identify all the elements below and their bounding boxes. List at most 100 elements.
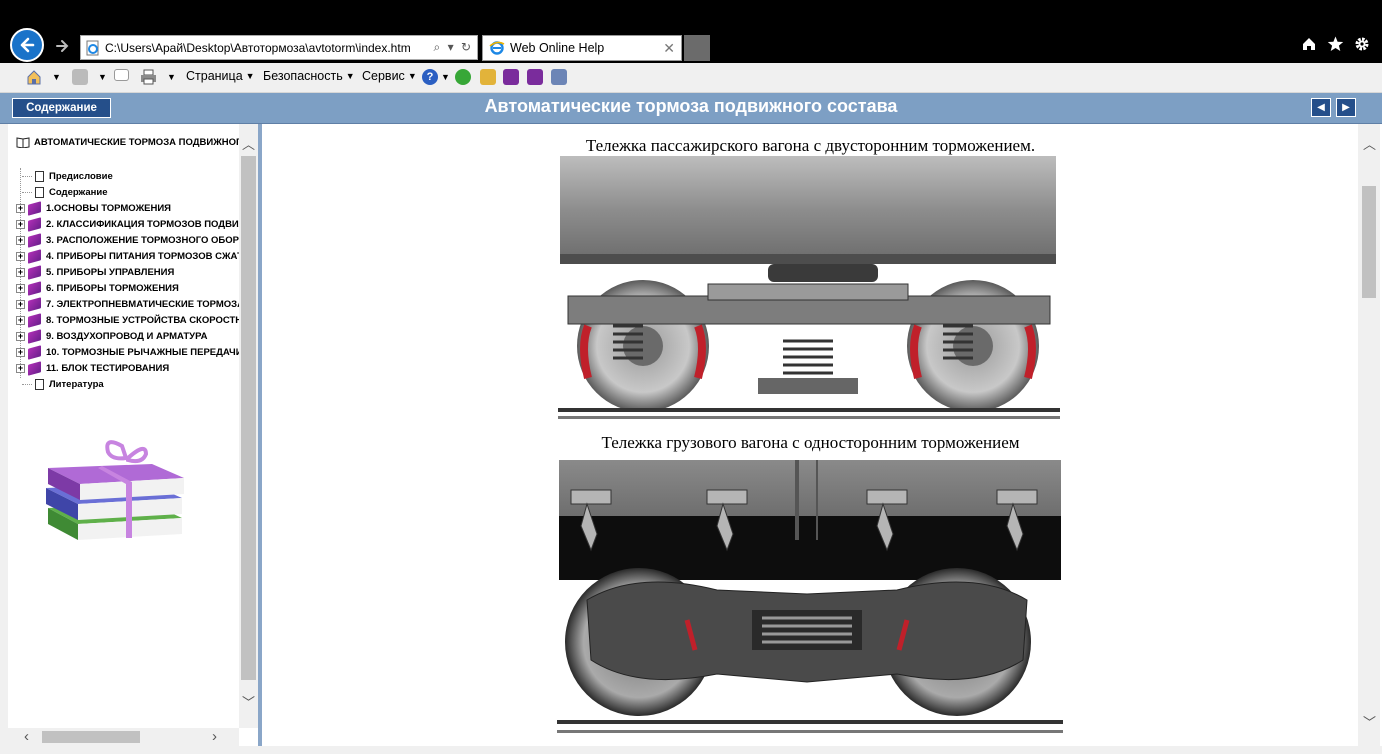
tree-dots [22, 175, 32, 177]
forward-arrow-icon [56, 40, 69, 52]
previous-topic-button[interactable]: ◀ [1311, 98, 1331, 117]
closed-book-icon [28, 312, 41, 328]
home-menu[interactable]: ▼ [26, 69, 61, 85]
address-url[interactable]: C:\Users\Арай\Desktop\Автотормоза\avtoto… [105, 41, 434, 55]
page-icon [35, 186, 44, 198]
back-button[interactable] [10, 28, 44, 62]
closed-book-icon [28, 200, 41, 216]
toc-item-label: Содержание [49, 186, 108, 198]
expand-plus-icon[interactable]: + [16, 219, 25, 229]
feeds-menu[interactable]: ▼ [72, 69, 107, 85]
help-header-bar [0, 93, 1382, 124]
security-menu[interactable]: Безопасность ▼ [263, 69, 355, 83]
toc-chapter-item[interactable]: +4. ПРИБОРЫ ПИТАНИЯ ТОРМОЗОВ СЖАТЫМ ВОЗД… [16, 248, 258, 264]
toc-item-label: 4. ПРИБОРЫ ПИТАНИЯ ТОРМОЗОВ СЖАТЫМ ВОЗДУ… [46, 250, 258, 262]
print-menu[interactable]: ▼ [140, 69, 176, 85]
toc-item-label: 9. ВОЗДУХОПРОВОД И АРМАТУРА [46, 330, 208, 342]
scroll-left-arrow-icon[interactable]: ‹ [24, 729, 29, 744]
new-tab-button[interactable] [684, 35, 710, 61]
mail-icon[interactable] [114, 69, 129, 81]
print-icon [141, 69, 156, 85]
rss-feed-icon [72, 69, 88, 85]
closed-book-icon [28, 296, 41, 312]
next-topic-button[interactable]: ▶ [1336, 98, 1356, 117]
help-menu[interactable]: ? ▼ [422, 69, 450, 85]
expand-plus-icon[interactable]: + [16, 363, 25, 373]
scroll-right-arrow-icon[interactable]: › [212, 729, 217, 744]
expand-plus-icon[interactable]: + [16, 283, 25, 293]
content-vscroll-thumb[interactable] [1362, 186, 1376, 298]
help-question-icon: ? [422, 69, 438, 85]
expand-plus-icon[interactable]: + [16, 203, 25, 213]
address-bar[interactable]: C:\Users\Арай\Desktop\Автотормоза\avtoto… [80, 35, 478, 60]
service-menu-label: Сервис [362, 69, 405, 83]
caption-freight-bogie: Тележка грузового вагона с односторонним… [601, 433, 1020, 452]
closed-book-icon [28, 360, 41, 376]
toc-page-item[interactable]: Предисловие [16, 168, 113, 184]
toc-hscroll-thumb[interactable] [42, 731, 140, 743]
onenote-icon[interactable] [503, 69, 519, 85]
contents-button[interactable]: Содержание [12, 98, 111, 118]
toc-item-label: Литература [49, 378, 104, 390]
toc-chapter-item[interactable]: +3. РАСПОЛОЖЕНИЕ ТОРМОЗНОГО ОБОРУДОВАНИЯ [16, 232, 258, 248]
expand-plus-icon[interactable]: + [16, 347, 25, 357]
expand-plus-icon[interactable]: + [16, 315, 25, 325]
service-menu[interactable]: Сервис ▼ [362, 69, 417, 83]
research-icon[interactable] [551, 69, 567, 85]
page-icon [35, 170, 44, 182]
toc-chapter-item[interactable]: +10. ТОРМОЗНЫЕ РЫЧАЖНЫЕ ПЕРЕДАЧИ [16, 344, 243, 360]
toc-vertical-scrollbar[interactable]: ︿ ﹀ [239, 124, 258, 728]
tab-close-icon[interactable]: ✕ [663, 40, 675, 57]
expand-plus-icon[interactable]: + [16, 299, 25, 309]
toc-page-item[interactable]: Литература [16, 376, 104, 392]
content-scroll-up-icon[interactable]: ︿ [1363, 138, 1376, 151]
toc-root[interactable]: АВТОМАТИЧЕСКИЕ ТОРМОЗА ПОДВИЖНОГО СОСТАВ… [16, 136, 258, 148]
toc-chapter-item[interactable]: +2. КЛАССИФИКАЦИЯ ТОРМОЗОВ ПОДВИЖНОГО СО… [16, 216, 258, 232]
addon-tools-icon[interactable] [480, 69, 496, 85]
toc-chapter-item[interactable]: +8. ТОРМОЗНЫЕ УСТРОЙСТВА СКОРОСТНЫХ ПОЕЗ… [16, 312, 258, 328]
content-pane: Тележка пассажирского вагона с двусторон… [262, 124, 1382, 746]
closed-book-icon [28, 280, 41, 296]
closed-book-icon [28, 216, 41, 232]
search-refresh-icon[interactable]: ⌕ ▾ ↻ [434, 40, 477, 55]
content-vertical-scrollbar[interactable]: ︿ ﹀ [1358, 124, 1380, 746]
closed-book-icon [28, 328, 41, 344]
settings-gear-icon[interactable] [1354, 36, 1370, 52]
content-scroll-down-icon[interactable]: ﹀ [1363, 716, 1376, 729]
forward-button[interactable] [52, 36, 72, 56]
scroll-down-arrow-icon[interactable]: ﹀ [242, 696, 255, 709]
toc-horizontal-scrollbar[interactable]: ‹ › [8, 728, 239, 746]
addon-green-icon[interactable] [455, 69, 471, 85]
toc-item-label: 6. ПРИБОРЫ ТОРМОЖЕНИЯ [46, 282, 179, 294]
toc-chapter-item[interactable]: +6. ПРИБОРЫ ТОРМОЖЕНИЯ [16, 280, 179, 296]
expand-plus-icon[interactable]: + [16, 251, 25, 261]
toc-chapter-item[interactable]: +1.ОСНОВЫ ТОРМОЖЕНИЯ [16, 200, 171, 216]
ie-logo-icon [489, 41, 505, 55]
tree-dots [22, 383, 32, 385]
scroll-up-arrow-icon[interactable]: ︿ [242, 138, 255, 151]
open-book-icon [16, 137, 30, 148]
page-icon [35, 378, 44, 390]
home-page-icon [27, 70, 41, 85]
toc-vscroll-thumb[interactable] [241, 156, 256, 680]
browser-tab[interactable]: Web Online Help ✕ [482, 35, 682, 61]
favorites-star-icon[interactable] [1327, 36, 1344, 52]
toc-pane: АВТОМАТИЧЕСКИЕ ТОРМОЗА ПОДВИЖНОГО СОСТАВ… [8, 124, 258, 746]
toc-chapter-item[interactable]: +11. БЛОК ТЕСТИРОВАНИЯ [16, 360, 169, 376]
browser-right-tools [1301, 36, 1370, 52]
toc-page-item[interactable]: Содержание [16, 184, 108, 200]
toc-chapter-item[interactable]: +9. ВОЗДУХОПРОВОД И АРМАТУРА [16, 328, 207, 344]
expand-plus-icon[interactable]: + [16, 331, 25, 341]
page-menu[interactable]: Страница ▼ [186, 69, 255, 83]
home-icon[interactable] [1301, 36, 1317, 52]
onenote-linked-icon[interactable] [527, 69, 543, 85]
toc-chapter-item[interactable]: +5. ПРИБОРЫ УПРАВЛЕНИЯ [16, 264, 174, 280]
closed-book-icon [28, 264, 41, 280]
passenger-bogie-image [558, 156, 1060, 428]
freight-bogie-image [557, 460, 1063, 746]
expand-plus-icon[interactable]: + [16, 235, 25, 245]
expand-plus-icon[interactable]: + [16, 267, 25, 277]
page-menu-label: Страница [186, 69, 243, 83]
tab-title: Web Online Help [510, 41, 605, 55]
toc-chapter-item[interactable]: +7. ЭЛЕКТРОПНЕВМАТИЧЕСКИЕ ТОРМОЗА [16, 296, 244, 312]
